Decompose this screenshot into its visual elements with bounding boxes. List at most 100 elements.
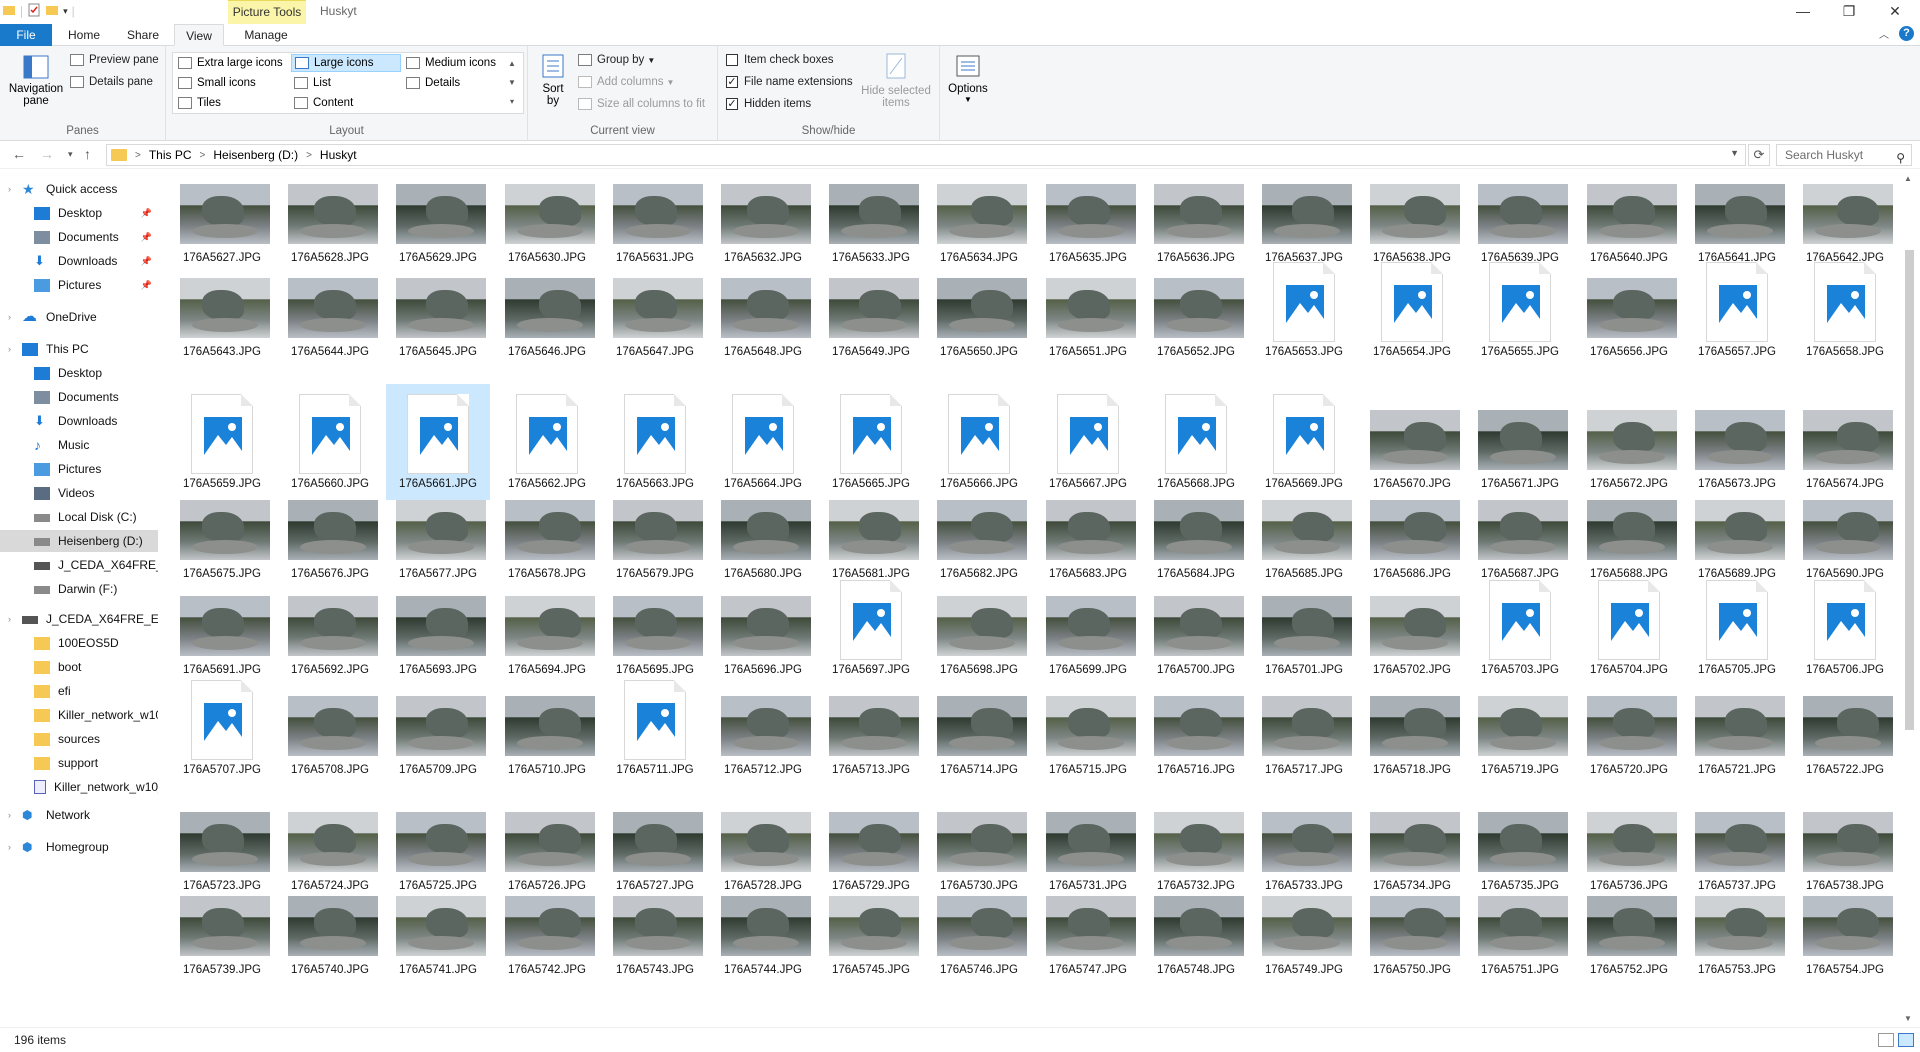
file-item[interactable]: 176A5655.JPG — [1468, 262, 1572, 368]
nav-item[interactable]: Videos — [0, 482, 158, 504]
file-item[interactable]: 176A5700.JPG — [1144, 570, 1248, 686]
properties-icon[interactable] — [27, 3, 41, 19]
nav-item[interactable]: Heisenberg (D:) — [0, 530, 158, 552]
file-item[interactable]: 176A5673.JPG — [1685, 384, 1789, 500]
help-icon[interactable]: ? — [1899, 26, 1914, 41]
breadcrumb-this-pc[interactable]: This PC — [149, 148, 192, 162]
file-item[interactable]: 176A5636.JPG — [1144, 174, 1248, 274]
recent-locations-button[interactable]: ▾ — [68, 149, 73, 160]
maximize-button[interactable]: ❐ — [1826, 0, 1872, 24]
file-item[interactable]: 176A5699.JPG — [1036, 570, 1140, 686]
nav-item[interactable]: Pictures — [0, 458, 158, 480]
tab-home[interactable]: Home — [62, 24, 106, 46]
file-item[interactable]: 176A5664.JPG — [711, 384, 815, 500]
nav-item[interactable]: sources — [0, 728, 158, 750]
nav-item[interactable]: Pictures 📌 — [0, 274, 158, 296]
file-item[interactable]: 176A5710.JPG — [495, 686, 599, 786]
layout-list[interactable]: List — [291, 74, 401, 92]
file-item[interactable]: 176A5740.JPG — [278, 886, 382, 986]
file-item[interactable]: 176A5712.JPG — [711, 686, 815, 786]
details-pane-button[interactable]: Details pane — [70, 76, 153, 88]
file-item[interactable]: 176A5647.JPG — [603, 268, 707, 368]
file-item[interactable]: 176A5649.JPG — [819, 268, 923, 368]
options-button[interactable]: Options ▼ — [942, 52, 994, 120]
expand-chevron-icon[interactable]: › — [8, 184, 11, 194]
group-by-button[interactable]: Group by ▼ — [578, 54, 655, 66]
search-input[interactable]: Search Huskyt ⚲ — [1776, 144, 1912, 166]
file-item[interactable]: 176A5635.JPG — [1036, 174, 1140, 274]
file-item[interactable]: 176A5633.JPG — [819, 174, 923, 274]
breadcrumb-folder[interactable]: Huskyt — [320, 148, 357, 162]
file-item[interactable]: 176A5657.JPG — [1685, 262, 1789, 368]
file-item[interactable]: 176A5661.JPG — [386, 384, 490, 500]
layout-tiles[interactable]: Tiles — [175, 94, 287, 112]
nav-item[interactable]: › ⬢ Homegroup — [0, 836, 158, 858]
nav-item[interactable]: Desktop 📌 — [0, 202, 158, 224]
file-item[interactable]: 176A5709.JPG — [386, 686, 490, 786]
file-item[interactable]: 176A5745.JPG — [819, 886, 923, 986]
file-item[interactable]: 176A5753.JPG — [1685, 886, 1789, 986]
file-item[interactable]: 176A5665.JPG — [819, 384, 923, 500]
file-item[interactable]: 176A5663.JPG — [603, 384, 707, 500]
checkbox-unchecked[interactable] — [726, 54, 738, 66]
file-item[interactable]: 176A5746.JPG — [927, 886, 1031, 986]
hide-selected-items-button[interactable]: Hide selected items — [858, 52, 934, 120]
address-box[interactable]: > This PC > Heisenberg (D:) > Huskyt ▼ — [106, 144, 1746, 166]
file-item[interactable]: 176A5662.JPG — [495, 384, 599, 500]
vertical-scrollbar[interactable]: ▲ ▼ — [1898, 170, 1920, 1027]
file-item[interactable]: 176A5631.JPG — [603, 174, 707, 274]
customize-toolbar-icon[interactable]: ▾ — [63, 6, 68, 17]
nav-item[interactable]: Documents — [0, 386, 158, 408]
file-item[interactable]: 176A5749.JPG — [1252, 886, 1356, 986]
file-item[interactable]: 176A5653.JPG — [1252, 262, 1356, 368]
file-item[interactable]: 176A5652.JPG — [1144, 268, 1248, 368]
file-item[interactable]: 176A5751.JPG — [1468, 886, 1572, 986]
file-item[interactable]: 176A5641.JPG — [1685, 174, 1789, 274]
file-item[interactable]: 176A5706.JPG — [1793, 570, 1897, 686]
file-item[interactable]: 176A5659.JPG — [170, 384, 274, 500]
file-item[interactable]: 176A5656.JPG — [1577, 268, 1681, 368]
tab-share[interactable]: Share — [120, 24, 166, 46]
back-button[interactable]: ← — [12, 146, 26, 162]
file-item[interactable]: 176A5674.JPG — [1793, 384, 1897, 500]
file-item[interactable]: 176A5645.JPG — [386, 268, 490, 368]
nav-item[interactable]: J_CEDA_X64FRE_EN — [0, 554, 158, 576]
file-item[interactable]: 176A5637.JPG — [1252, 174, 1356, 274]
file-item[interactable]: 176A5671.JPG — [1468, 384, 1572, 500]
add-columns-button[interactable]: Add columns ▼ — [578, 76, 674, 88]
file-item[interactable]: 176A5651.JPG — [1036, 268, 1140, 368]
file-item[interactable]: 176A5717.JPG — [1252, 686, 1356, 786]
file-name-extensions-toggle[interactable]: ✓ File name extensions — [726, 76, 853, 88]
expand-chevron-icon[interactable]: › — [8, 810, 11, 820]
file-item[interactable]: 176A5658.JPG — [1793, 262, 1897, 368]
layout-small-icons[interactable]: Small icons — [175, 74, 287, 92]
preview-pane-button[interactable]: Preview pane — [70, 54, 159, 66]
file-item[interactable]: 176A5693.JPG — [386, 570, 490, 686]
nav-item[interactable]: › ★ Quick access — [0, 178, 158, 200]
new-folder-icon[interactable] — [45, 3, 59, 19]
expand-chevron-icon[interactable]: › — [8, 842, 11, 852]
tab-file[interactable]: File — [0, 24, 52, 46]
close-button[interactable]: ✕ — [1872, 0, 1918, 24]
file-item[interactable]: 176A5642.JPG — [1793, 174, 1897, 274]
file-item[interactable]: 176A5718.JPG — [1360, 686, 1464, 786]
forward-button[interactable]: → — [40, 146, 54, 162]
file-item[interactable]: 176A5640.JPG — [1577, 174, 1681, 274]
file-item[interactable]: 176A5672.JPG — [1577, 384, 1681, 500]
file-item[interactable]: 176A5741.JPG — [386, 886, 490, 986]
file-item[interactable]: 176A5714.JPG — [927, 686, 1031, 786]
collapse-ribbon-icon[interactable]: ︿ — [1879, 26, 1889, 41]
file-item[interactable]: 176A5644.JPG — [278, 268, 382, 368]
file-item[interactable]: 176A5646.JPG — [495, 268, 599, 368]
file-item[interactable]: 176A5715.JPG — [1036, 686, 1140, 786]
file-item[interactable]: 176A5754.JPG — [1793, 886, 1897, 986]
file-item[interactable]: 176A5719.JPG — [1468, 686, 1572, 786]
file-item[interactable]: 176A5707.JPG — [170, 680, 274, 786]
file-item[interactable]: 176A5643.JPG — [170, 268, 274, 368]
file-item[interactable]: 176A5696.JPG — [711, 570, 815, 686]
chevron-right-icon[interactable]: > — [200, 150, 206, 161]
file-item[interactable]: 176A5648.JPG — [711, 268, 815, 368]
breadcrumb-drive[interactable]: Heisenberg (D:) — [213, 148, 298, 162]
file-item[interactable]: 176A5666.JPG — [927, 384, 1031, 500]
nav-item[interactable]: ⬇ Downloads — [0, 410, 158, 432]
